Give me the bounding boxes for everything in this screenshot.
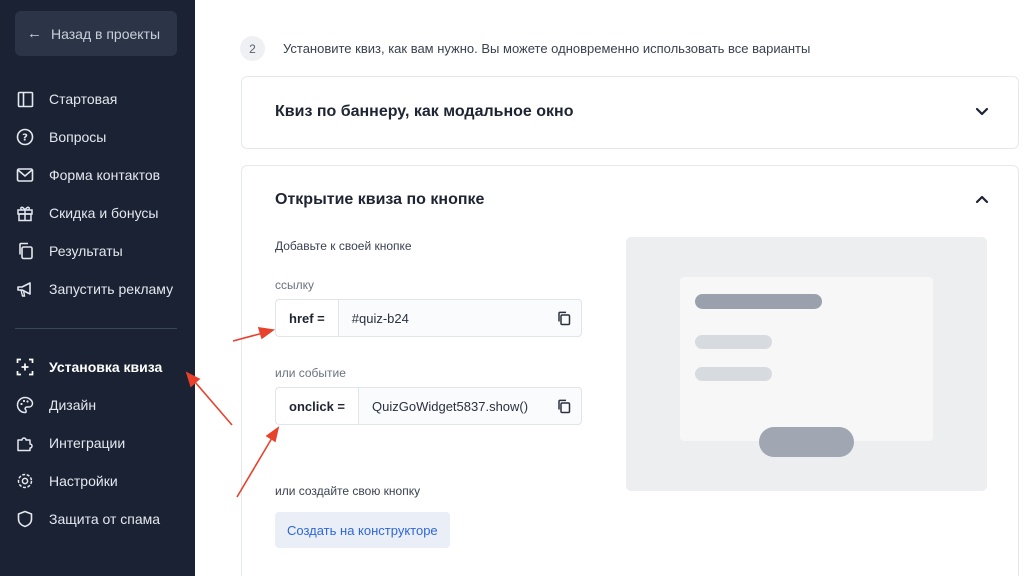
button-preview-illustration [626,237,987,491]
sidebar-item-label: Защита от спама [49,511,161,527]
sidebar-divider [15,328,177,329]
sidebar-item-results[interactable]: Результаты [0,232,195,270]
sidebar-item-integrations[interactable]: Интеграции [0,424,195,462]
main-content: 2 Установите квиз, как вам нужно. Вы мож… [195,0,1024,576]
preview-button-shape [759,427,854,457]
onclick-key: onclick = [276,388,359,424]
event-label: или событие [275,366,346,380]
sidebar-nav-primary: Стартовая ? Вопросы Форма контактов Скид… [0,80,195,308]
puzzle-icon [16,434,34,452]
arrow-left-icon: ← [27,25,42,42]
copy-icon [16,242,34,260]
shield-icon [16,510,34,528]
sidebar-item-contact-form[interactable]: Форма контактов [0,156,195,194]
sidebar-item-settings[interactable]: Настройки [0,462,195,500]
svg-text:?: ? [22,133,28,144]
section-button-title: Открытие квиза по кнопке [275,191,485,208]
copy-icon [558,399,571,413]
sidebar-item-ads[interactable]: Запустить рекламу [0,270,195,308]
megaphone-icon [16,280,34,298]
sidebar-item-label: Скидка и бонусы [49,205,159,221]
copy-onclick-button[interactable] [547,388,581,424]
sidebar-item-label: Форма контактов [49,167,161,183]
onclick-code-field: onclick = QuizGoWidget5837.show() [275,387,582,425]
preview-text-line [695,367,772,381]
sidebar-item-label: Дизайн [49,397,97,413]
sidebar-item-label: Установка квиза [49,359,163,375]
preview-title-bar [695,294,822,309]
sidebar-item-install[interactable]: Установка квиза [0,348,195,386]
sidebar-item-label: Настройки [49,473,118,489]
step-header: 2 Установите квиз, как вам нужно. Вы мож… [240,36,810,61]
href-key: href = [276,300,339,336]
layout-icon [16,90,34,108]
section-button-open: Открытие квиза по кнопке Добавьте к свое… [241,165,1019,576]
sidebar-item-label: Результаты [49,243,123,259]
create-own-label: или создайте свою кнопку [275,484,421,498]
onclick-value[interactable]: QuizGoWidget5837.show() [359,388,547,424]
sidebar-item-label: Стартовая [49,91,118,107]
question-icon: ? [16,128,34,146]
sidebar-item-label: Вопросы [49,129,107,145]
embed-icon [16,358,34,376]
intro-text: Добавьте к своей кнопке [275,239,412,253]
step-description: Установите квиз, как вам нужно. Вы может… [283,41,811,56]
sidebar-item-spam-protection[interactable]: Защита от спама [0,500,195,538]
sidebar-item-questions[interactable]: ? Вопросы [0,118,195,156]
back-to-projects-button[interactable]: ← Назад в проекты [15,11,177,56]
section-banner-title: Квиз по баннеру, как модальное окно [275,103,574,120]
href-value[interactable]: #quiz-b24 [339,300,547,336]
link-label: ссылку [275,278,315,292]
section-banner-modal[interactable]: Квиз по баннеру, как модальное окно [241,76,1019,149]
sidebar-item-label: Запустить рекламу [49,281,174,297]
mail-icon [16,166,34,184]
chevron-up-icon[interactable] [974,192,990,208]
gear-icon [16,472,34,490]
chevron-down-icon[interactable] [974,103,990,119]
sidebar-nav-secondary: Установка квиза Дизайн Интеграции Настро… [0,348,195,538]
copy-icon [558,311,571,325]
sidebar-item-design[interactable]: Дизайн [0,386,195,424]
sidebar: ← Назад в проекты Стартовая ? Вопросы Фо… [0,0,195,576]
href-code-field: href = #quiz-b24 [275,299,582,337]
palette-icon [16,396,34,414]
step-number-badge: 2 [240,36,265,61]
back-to-projects-label: Назад в проекты [51,25,161,42]
copy-href-button[interactable] [547,300,581,336]
create-in-builder-button[interactable]: Создать на конструкторе [275,512,450,548]
preview-text-line [695,335,772,349]
sidebar-item-label: Интеграции [49,435,126,451]
sidebar-item-discounts[interactable]: Скидка и бонусы [0,194,195,232]
sidebar-item-start[interactable]: Стартовая [0,80,195,118]
gift-icon [16,204,34,222]
preview-modal-card [680,277,933,441]
